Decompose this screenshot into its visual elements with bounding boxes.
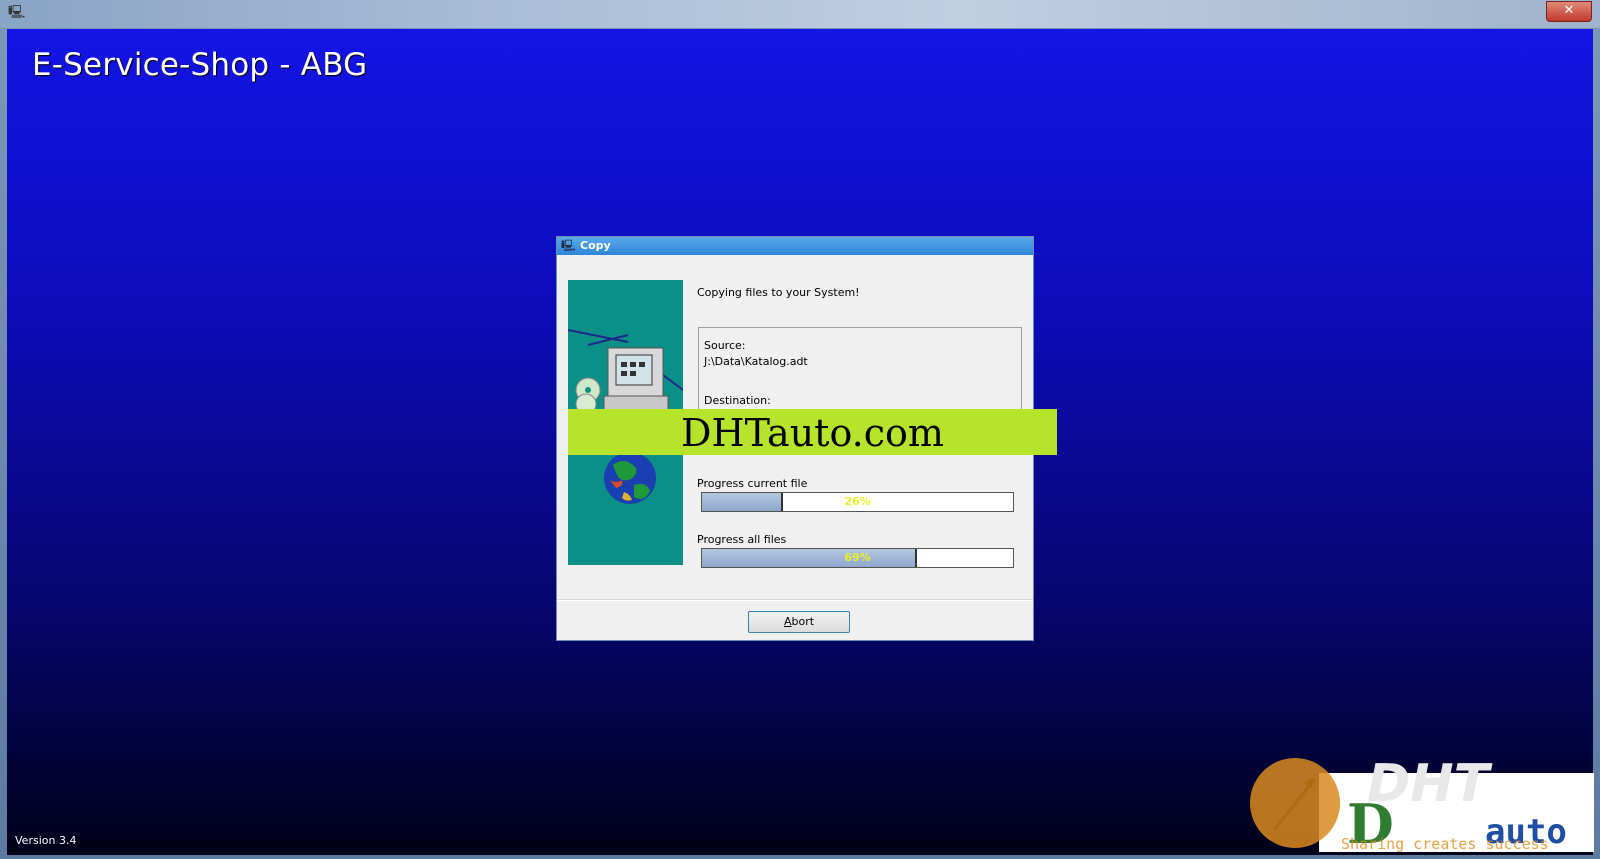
computer-icon[interactable]: 🖳 (8, 5, 25, 21)
window-titlebar[interactable]: 🖳 ✕ (0, 0, 1600, 28)
dialog-title: Copy (580, 239, 611, 252)
dialog-separator (557, 599, 1033, 601)
source-path: J:\Data\Katalog.adt (704, 355, 808, 368)
progress-current-text: 26% (844, 495, 871, 508)
app-title: E-Service-Shop - ABG (32, 47, 368, 83)
version-label: Version 3.4 (15, 834, 77, 847)
destination-label: Destination: (704, 394, 771, 407)
copy-dialog: 🖳 Copy Copying files to your System! Sou… (556, 236, 1057, 641)
watermark-banner: DHTauto.com (568, 409, 1057, 455)
abort-label: bort (791, 615, 815, 628)
dialog-titlebar[interactable]: 🖳 Copy (557, 237, 1033, 255)
logo-tagline: Sharing creates success (1341, 835, 1549, 852)
source-label: Source: (704, 339, 746, 352)
abort-button[interactable]: Abort (748, 611, 850, 633)
watermark-text: DHTauto.com (681, 411, 944, 455)
progress-current-bar: 26% (701, 492, 1014, 512)
progress-all-bar: 69% (701, 548, 1014, 568)
progress-all-label: Progress all files (697, 533, 787, 546)
progress-current-label: Progress current file (697, 477, 808, 490)
close-button[interactable]: ✕ (1546, 1, 1592, 22)
progress-all-text: 69% (844, 551, 871, 564)
dht-logo: DHT D auto Sharing creates success (1249, 754, 1594, 856)
computer-icon: 🖳 (561, 239, 576, 252)
copy-message: Copying files to your System! (697, 286, 860, 299)
